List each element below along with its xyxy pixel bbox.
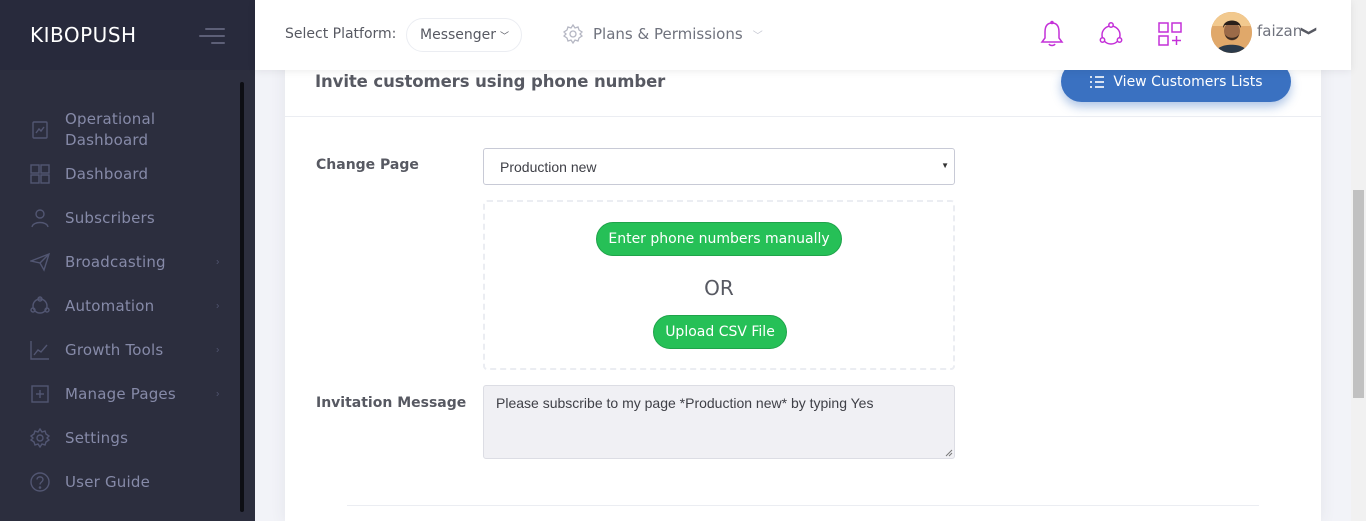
chevron-down-icon[interactable]: ❯ <box>1300 26 1319 37</box>
enter-phone-numbers-button[interactable]: Enter phone numbers manually <box>596 222 842 256</box>
sidebar-item-label: Subscribers <box>65 208 155 227</box>
sidebar-item-dashboard[interactable]: Dashboard <box>0 152 240 196</box>
user-name[interactable]: faizan <box>1257 22 1302 40</box>
platform-value: Messenger <box>420 27 497 43</box>
change-page-select[interactable]: Production new ▼ <box>483 148 955 185</box>
add-page-icon <box>30 384 50 404</box>
invitation-message-textarea[interactable]: Please subscribe to my page *Production … <box>483 385 955 459</box>
sidebar-item-label: Operational Dashboard <box>65 110 156 149</box>
platform-select[interactable]: Messenger ﹀ <box>406 18 522 52</box>
change-page-label: Change Page <box>316 157 419 173</box>
sidebar-item-growth-tools[interactable]: Growth Tools › <box>0 328 240 372</box>
card-title: Invite customers using phone number <box>315 72 666 91</box>
sidebar-item-subscribers[interactable]: Subscribers <box>0 196 240 240</box>
chevron-down-icon: ﹀ <box>752 30 763 42</box>
menu-toggle-icon[interactable] <box>199 28 225 44</box>
upload-csv-button[interactable]: Upload CSV File <box>653 315 787 349</box>
brand-logo-text: KIBOPUSH <box>30 23 137 47</box>
sidebar-item-broadcasting[interactable]: Broadcasting › <box>0 240 240 284</box>
grid-icon <box>30 164 50 184</box>
question-icon <box>30 472 50 492</box>
card-header-divider <box>285 116 1321 117</box>
change-page-value: Production new <box>500 158 597 175</box>
gear-icon <box>30 428 50 448</box>
invite-card: Invite customers using phone number View… <box>285 0 1321 521</box>
chevron-right-icon: › <box>216 300 220 312</box>
chevron-right-icon: › <box>216 256 220 268</box>
avatar[interactable] <box>1211 12 1252 53</box>
sidebar-menu: Operational Dashboard Dashboard Subscrib… <box>0 108 240 504</box>
list-icon <box>1090 75 1105 88</box>
resize-grip-icon[interactable] <box>945 449 953 457</box>
user-icon <box>30 208 50 228</box>
chevron-right-icon: › <box>216 388 220 400</box>
user-photo <box>1211 12 1252 53</box>
share-network-icon[interactable] <box>1098 20 1124 48</box>
chart-doc-icon <box>30 120 50 140</box>
form-divider <box>347 505 1259 506</box>
sidebar-item-label: Manage Pages <box>65 384 176 403</box>
sidebar-scrollbar[interactable] <box>240 82 244 512</box>
or-separator: OR <box>704 276 734 300</box>
chevron-right-icon: › <box>216 344 220 356</box>
gear-icon <box>563 24 583 44</box>
sidebar-item-label: Broadcasting <box>65 252 166 271</box>
chevron-down-icon: ﹀ <box>500 31 510 42</box>
view-customers-lists-label: View Customers Lists <box>1113 73 1263 90</box>
network-icon <box>30 296 50 316</box>
sidebar-item-label: Settings <box>65 428 129 447</box>
caret-down-icon: ▼ <box>941 161 949 170</box>
page-scrollbar[interactable] <box>1351 0 1366 521</box>
sidebar-item-label: Dashboard <box>65 164 149 183</box>
sidebar-item-operational-dashboard[interactable]: Operational Dashboard <box>0 108 240 152</box>
sidebar-item-label: User Guide <box>65 472 151 491</box>
sidebar-item-label: Growth Tools <box>65 340 164 359</box>
paper-plane-icon <box>30 252 50 272</box>
sidebar-item-manage-pages[interactable]: Manage Pages › <box>0 372 240 416</box>
bell-icon[interactable] <box>1039 20 1065 48</box>
sidebar-item-label: Automation <box>65 296 155 315</box>
sidebar-item-settings[interactable]: Settings <box>0 416 240 460</box>
plans-permissions-menu[interactable]: Plans & Permissions ﹀ <box>563 24 763 44</box>
sidebar: KIBOPUSH Operational Dashboard Dashboard… <box>0 0 255 521</box>
line-chart-icon <box>30 340 50 360</box>
sidebar-brand: KIBOPUSH <box>0 0 255 70</box>
invitation-message-label: Invitation Message <box>316 395 467 411</box>
top-header: Select Platform: Messenger ﹀ Plans & Per… <box>255 0 1351 70</box>
sidebar-item-user-guide[interactable]: User Guide <box>0 460 240 504</box>
phone-input-options: Enter phone numbers manually OR Upload C… <box>483 200 955 370</box>
sidebar-item-automation[interactable]: Automation › <box>0 284 240 328</box>
page-scrollbar-thumb[interactable] <box>1353 190 1364 398</box>
invitation-message-text: Please subscribe to my page *Production … <box>496 395 874 411</box>
select-platform-label: Select Platform: <box>285 26 397 42</box>
plans-permissions-label: Plans & Permissions <box>593 25 743 43</box>
apps-add-icon[interactable] <box>1157 20 1183 48</box>
